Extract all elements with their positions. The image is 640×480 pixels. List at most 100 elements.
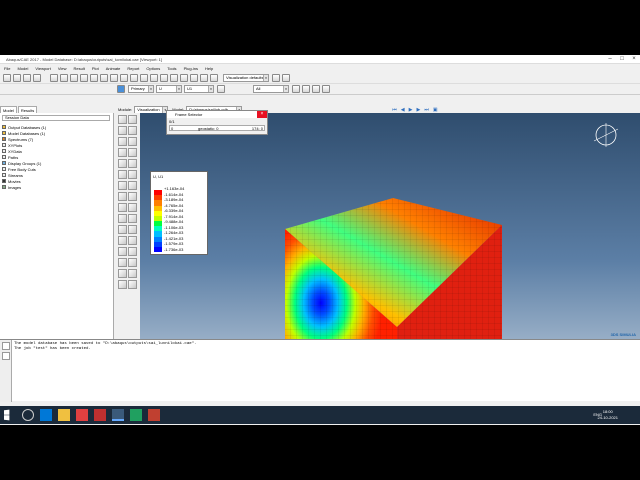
menu-file[interactable]: File xyxy=(4,66,10,71)
magnify-icon[interactable] xyxy=(70,74,78,82)
box-zoom-icon[interactable] xyxy=(80,74,88,82)
open-file-icon[interactable] xyxy=(13,74,21,82)
material-orientation-icon[interactable] xyxy=(118,137,127,146)
display-all-combo[interactable]: All ▾ xyxy=(253,85,289,93)
menu-result[interactable]: Result xyxy=(73,66,84,71)
color-code-icon[interactable] xyxy=(190,74,198,82)
variable-combo[interactable]: U ▾ xyxy=(156,85,182,93)
display-group-icon[interactable] xyxy=(180,74,188,82)
tree-item-display-groups[interactable]: Display Groups (1) xyxy=(2,160,46,166)
create-path-icon[interactable] xyxy=(118,181,127,190)
view-cut-icon[interactable] xyxy=(118,192,127,201)
field-options-icon[interactable] xyxy=(217,85,225,93)
first-frame-icon[interactable]: ⏮ xyxy=(392,107,397,113)
menu-tools[interactable]: Tools xyxy=(167,66,176,71)
last-frame-icon[interactable]: ⏭ xyxy=(424,107,429,113)
visualization-defaults-combo[interactable]: Visualization defaults ▾ xyxy=(223,74,269,82)
mesh-icon[interactable] xyxy=(128,258,137,267)
plot-deformed-icon[interactable] xyxy=(128,115,137,124)
back-view-icon[interactable] xyxy=(120,74,128,82)
front-view-icon[interactable] xyxy=(110,74,118,82)
new-file-icon[interactable] xyxy=(3,74,11,82)
menu-report[interactable]: Report xyxy=(127,66,139,71)
allow-multiple-icon[interactable] xyxy=(128,137,137,146)
file-explorer-icon[interactable] xyxy=(58,409,70,421)
arrow-annotation-icon[interactable] xyxy=(118,236,127,245)
wireframe-icon[interactable] xyxy=(140,74,148,82)
menu-help[interactable]: Help xyxy=(205,66,213,71)
animate-time-icon[interactable] xyxy=(128,148,137,157)
display-group-manager-icon[interactable] xyxy=(128,214,137,223)
replace-icon[interactable] xyxy=(292,85,300,93)
view-cube-icon[interactable] xyxy=(593,123,619,147)
intersect-icon[interactable] xyxy=(322,85,330,93)
rotate-icon[interactable] xyxy=(60,74,68,82)
clock[interactable]: 18:00 24-10-2021 xyxy=(598,409,618,421)
component-combo[interactable]: U1 ▾ xyxy=(184,85,214,93)
symbol-icon[interactable] xyxy=(128,126,137,135)
perspective-icon[interactable] xyxy=(170,74,178,82)
start-icon[interactable] xyxy=(4,409,10,421)
field-output-icon[interactable] xyxy=(117,85,125,93)
tree-item-model-databases[interactable]: Model Databases (1) xyxy=(2,130,46,136)
edit-icon[interactable] xyxy=(128,269,137,278)
csys-icon[interactable] xyxy=(272,74,280,82)
spectrum-tool-icon[interactable] xyxy=(118,247,127,256)
message-tab-icon[interactable] xyxy=(2,342,10,350)
tree-item-images[interactable]: Images xyxy=(2,184,46,190)
frame-slider[interactable]: 0 geostatic: 0 174: 0 xyxy=(169,125,265,131)
free-body-tool-icon[interactable] xyxy=(118,203,127,212)
plugin-icon[interactable] xyxy=(118,280,127,289)
probe-icon[interactable] xyxy=(128,203,137,212)
session-data-combo[interactable]: Session Data xyxy=(2,115,110,121)
add-icon[interactable] xyxy=(302,85,310,93)
tree-item-output-databases[interactable]: Output Databases (1) xyxy=(2,124,46,130)
shaded-icon[interactable] xyxy=(160,74,168,82)
color-tool-icon[interactable] xyxy=(128,247,137,256)
display-group-tool-icon[interactable] xyxy=(118,214,127,223)
menu-options[interactable]: Options xyxy=(146,66,160,71)
measure-icon[interactable] xyxy=(118,269,127,278)
edge-icon[interactable] xyxy=(40,409,52,421)
text-annotation-icon[interactable] xyxy=(128,225,137,234)
menu-plot[interactable]: Plot xyxy=(92,66,99,71)
cycle-views-icon[interactable] xyxy=(100,74,108,82)
pan-icon[interactable] xyxy=(50,74,58,82)
remove-icon[interactable] xyxy=(312,85,320,93)
print-icon[interactable] xyxy=(33,74,41,82)
auto-fit-icon[interactable] xyxy=(90,74,98,82)
xy-options-icon[interactable] xyxy=(128,170,137,179)
tools-icon[interactable] xyxy=(210,74,218,82)
menu-model[interactable]: Model xyxy=(17,66,28,71)
menu-plugins[interactable]: Plug-ins xyxy=(184,66,198,71)
contour-icon[interactable] xyxy=(118,126,127,135)
menu-view[interactable]: View xyxy=(58,66,67,71)
report-icon[interactable] xyxy=(128,236,137,245)
frame-selector-icon[interactable]: ▣ xyxy=(433,107,438,113)
stream-tool-icon[interactable] xyxy=(128,181,137,190)
create-xy-icon[interactable] xyxy=(118,170,127,179)
superimpose-icon[interactable] xyxy=(128,159,137,168)
query-icon[interactable] xyxy=(200,74,208,82)
common-options-icon[interactable] xyxy=(118,159,127,168)
previous-frame-icon[interactable]: ◀ xyxy=(401,107,405,113)
activate-cut-icon[interactable] xyxy=(128,192,137,201)
close-icon[interactable]: × xyxy=(257,111,267,118)
menu-animate[interactable]: Animate xyxy=(106,66,121,71)
next-frame-icon[interactable]: ▶ xyxy=(416,107,420,113)
menu-viewport[interactable]: Viewport xyxy=(35,66,51,71)
play-icon[interactable]: ▶ xyxy=(409,107,413,113)
tab-model[interactable]: Model xyxy=(0,106,17,113)
maximize-icon[interactable]: □ xyxy=(616,55,628,64)
settings-icon[interactable] xyxy=(128,280,137,289)
camtasia-icon[interactable] xyxy=(130,409,142,421)
query-tool-icon[interactable] xyxy=(118,225,127,234)
abaqus-cae-icon[interactable] xyxy=(112,409,124,421)
render-icon[interactable] xyxy=(118,258,127,267)
recorder-icon[interactable] xyxy=(148,409,160,421)
app-icon[interactable] xyxy=(76,409,88,421)
search-icon[interactable] xyxy=(22,409,34,421)
hidden-line-icon[interactable] xyxy=(150,74,158,82)
abaqus-icon[interactable] xyxy=(94,409,106,421)
animate-scale-icon[interactable] xyxy=(118,148,127,157)
